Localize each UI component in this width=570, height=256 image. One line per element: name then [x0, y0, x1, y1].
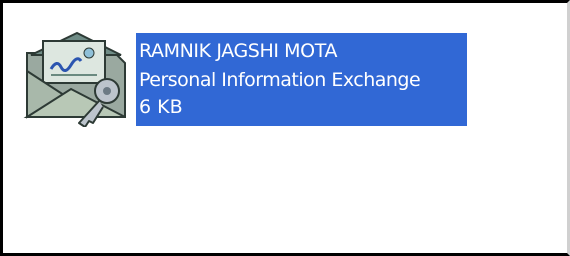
file-type: Personal Information Exchange [139, 69, 421, 91]
pfx-file-item[interactable]: RAMNIK JAGSHI MOTA Personal Information … [21, 31, 471, 131]
file-name: RAMNIK JAGSHI MOTA [139, 40, 338, 62]
file-size: 6 KB [139, 96, 183, 118]
file-list-pane[interactable]: RAMNIK JAGSHI MOTA Personal Information … [0, 0, 570, 256]
file-label-selection[interactable]: RAMNIK JAGSHI MOTA Personal Information … [136, 33, 467, 126]
certificate-envelope-key-icon[interactable] [21, 31, 133, 128]
